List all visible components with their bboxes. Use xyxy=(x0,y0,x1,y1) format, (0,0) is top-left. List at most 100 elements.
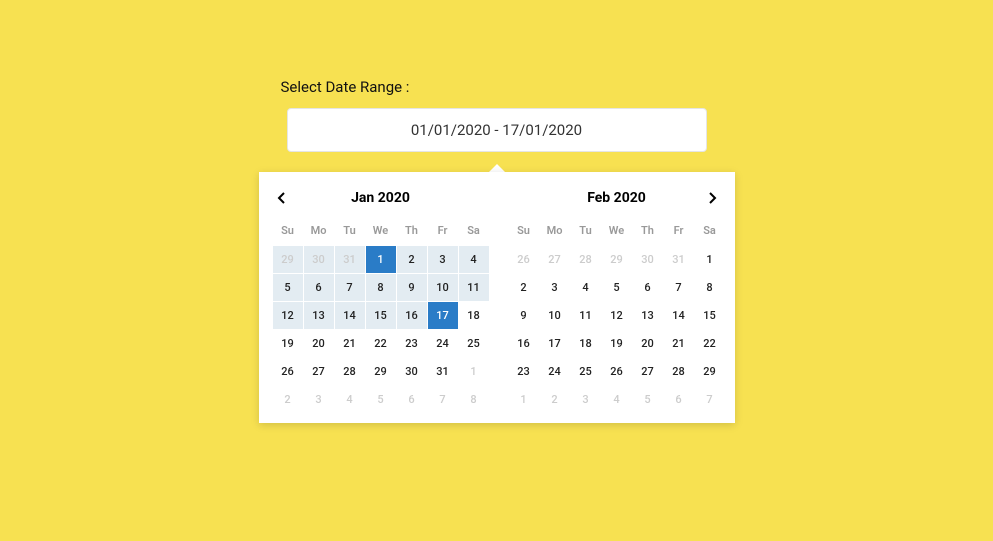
calendar-day[interactable]: 31 xyxy=(664,246,694,273)
calendar-day[interactable]: 26 xyxy=(509,246,539,273)
calendar-day[interactable]: 22 xyxy=(366,330,396,357)
calendar-day[interactable]: 3 xyxy=(304,386,334,413)
calendar-day[interactable]: 29 xyxy=(273,246,303,273)
calendar-day[interactable]: 13 xyxy=(633,302,663,329)
calendar-day[interactable]: 6 xyxy=(633,274,663,301)
next-month-button[interactable] xyxy=(703,188,721,212)
calendar-right: Feb 2020 SuMoTuWeThFrSa26272829303112345… xyxy=(509,184,725,413)
calendar-day[interactable]: 6 xyxy=(397,386,427,413)
calendar-day[interactable]: 8 xyxy=(366,274,396,301)
calendar-day[interactable]: 18 xyxy=(459,302,489,329)
calendar-day[interactable]: 11 xyxy=(571,302,601,329)
calendar-day[interactable]: 2 xyxy=(540,386,570,413)
calendar-day[interactable]: 15 xyxy=(695,302,725,329)
calendar-day[interactable]: 5 xyxy=(633,386,663,413)
prev-month-button[interactable] xyxy=(273,188,291,212)
calendar-day[interactable]: 24 xyxy=(540,358,570,385)
calendar-day[interactable]: 2 xyxy=(397,246,427,273)
calendar-day[interactable]: 10 xyxy=(540,302,570,329)
calendar-day[interactable]: 7 xyxy=(335,274,365,301)
calendar-day[interactable]: 5 xyxy=(602,274,632,301)
calendar-day[interactable]: 16 xyxy=(509,330,539,357)
calendar-day[interactable]: 1 xyxy=(509,386,539,413)
calendar-day[interactable]: 21 xyxy=(664,330,694,357)
calendar-day[interactable]: 31 xyxy=(428,358,458,385)
date-range-label: Select Date Range : xyxy=(277,78,717,96)
calendar-day[interactable]: 19 xyxy=(273,330,303,357)
calendar-day[interactable]: 25 xyxy=(571,358,601,385)
calendar-day[interactable]: 8 xyxy=(695,274,725,301)
calendar-day[interactable]: 3 xyxy=(540,274,570,301)
calendar-day[interactable]: 1 xyxy=(459,358,489,385)
weekday-header: Sa xyxy=(459,220,489,245)
calendar-day[interactable]: 4 xyxy=(335,386,365,413)
calendar-day[interactable]: 6 xyxy=(664,386,694,413)
calendar-day[interactable]: 13 xyxy=(304,302,334,329)
calendar-day[interactable]: 26 xyxy=(273,358,303,385)
calendar-day[interactable]: 25 xyxy=(459,330,489,357)
calendar-day[interactable]: 27 xyxy=(540,246,570,273)
weekday-header: Mo xyxy=(540,220,570,245)
calendar-day[interactable]: 28 xyxy=(664,358,694,385)
calendar-day[interactable]: 5 xyxy=(366,386,396,413)
calendar-day[interactable]: 30 xyxy=(633,246,663,273)
calendar-day[interactable]: 19 xyxy=(602,330,632,357)
calendar-day[interactable]: 12 xyxy=(602,302,632,329)
calendar-day[interactable]: 3 xyxy=(428,246,458,273)
weekday-header: Tu xyxy=(571,220,601,245)
calendar-day[interactable]: 4 xyxy=(602,386,632,413)
calendar-day[interactable]: 9 xyxy=(509,302,539,329)
calendar-day[interactable]: 29 xyxy=(366,358,396,385)
calendar-day[interactable]: 2 xyxy=(273,386,303,413)
calendar-day[interactable]: 12 xyxy=(273,302,303,329)
calendar-day[interactable]: 28 xyxy=(571,246,601,273)
calendar-day[interactable]: 27 xyxy=(633,358,663,385)
calendar-day[interactable]: 17 xyxy=(428,302,458,329)
weekday-header: Sa xyxy=(695,220,725,245)
chevron-left-icon xyxy=(277,192,287,204)
calendar-day[interactable]: 28 xyxy=(335,358,365,385)
calendar-day[interactable]: 15 xyxy=(366,302,396,329)
calendar-day[interactable]: 6 xyxy=(304,274,334,301)
calendar-day[interactable]: 17 xyxy=(540,330,570,357)
calendar-day[interactable]: 5 xyxy=(273,274,303,301)
calendar-day[interactable]: 29 xyxy=(602,246,632,273)
calendar-day[interactable]: 30 xyxy=(397,358,427,385)
picker-pointer xyxy=(489,164,505,172)
calendar-day[interactable]: 3 xyxy=(571,386,601,413)
calendar-day[interactable]: 27 xyxy=(304,358,334,385)
calendar-day[interactable]: 21 xyxy=(335,330,365,357)
calendar-day[interactable]: 22 xyxy=(695,330,725,357)
calendar-day[interactable]: 10 xyxy=(428,274,458,301)
calendar-day[interactable]: 29 xyxy=(695,358,725,385)
date-range-input[interactable]: 01/01/2020 - 17/01/2020 xyxy=(287,108,707,152)
calendar-day[interactable]: 1 xyxy=(366,246,396,273)
calendar-day[interactable]: 30 xyxy=(304,246,334,273)
calendar-day[interactable]: 16 xyxy=(397,302,427,329)
calendar-day[interactable]: 2 xyxy=(509,274,539,301)
calendar-day[interactable]: 23 xyxy=(509,358,539,385)
calendar-day[interactable]: 26 xyxy=(602,358,632,385)
calendar-day[interactable]: 24 xyxy=(428,330,458,357)
calendar-day[interactable]: 8 xyxy=(459,386,489,413)
calendar-right-title: Feb 2020 xyxy=(509,184,725,220)
calendar-day[interactable]: 31 xyxy=(335,246,365,273)
chevron-right-icon xyxy=(707,192,717,204)
calendar-day[interactable]: 7 xyxy=(428,386,458,413)
calendar-day[interactable]: 4 xyxy=(459,246,489,273)
weekday-header: We xyxy=(366,220,396,245)
calendar-day[interactable]: 14 xyxy=(664,302,694,329)
calendar-day[interactable]: 18 xyxy=(571,330,601,357)
calendar-left: Jan 2020 SuMoTuWeThFrSa29303112345678910… xyxy=(273,184,489,413)
calendar-day[interactable]: 1 xyxy=(695,246,725,273)
calendar-day[interactable]: 7 xyxy=(664,274,694,301)
calendar-day[interactable]: 7 xyxy=(695,386,725,413)
calendar-day[interactable]: 23 xyxy=(397,330,427,357)
weekday-header: Mo xyxy=(304,220,334,245)
calendar-day[interactable]: 20 xyxy=(633,330,663,357)
calendar-day[interactable]: 4 xyxy=(571,274,601,301)
calendar-day[interactable]: 11 xyxy=(459,274,489,301)
calendar-day[interactable]: 20 xyxy=(304,330,334,357)
calendar-day[interactable]: 14 xyxy=(335,302,365,329)
calendar-day[interactable]: 9 xyxy=(397,274,427,301)
